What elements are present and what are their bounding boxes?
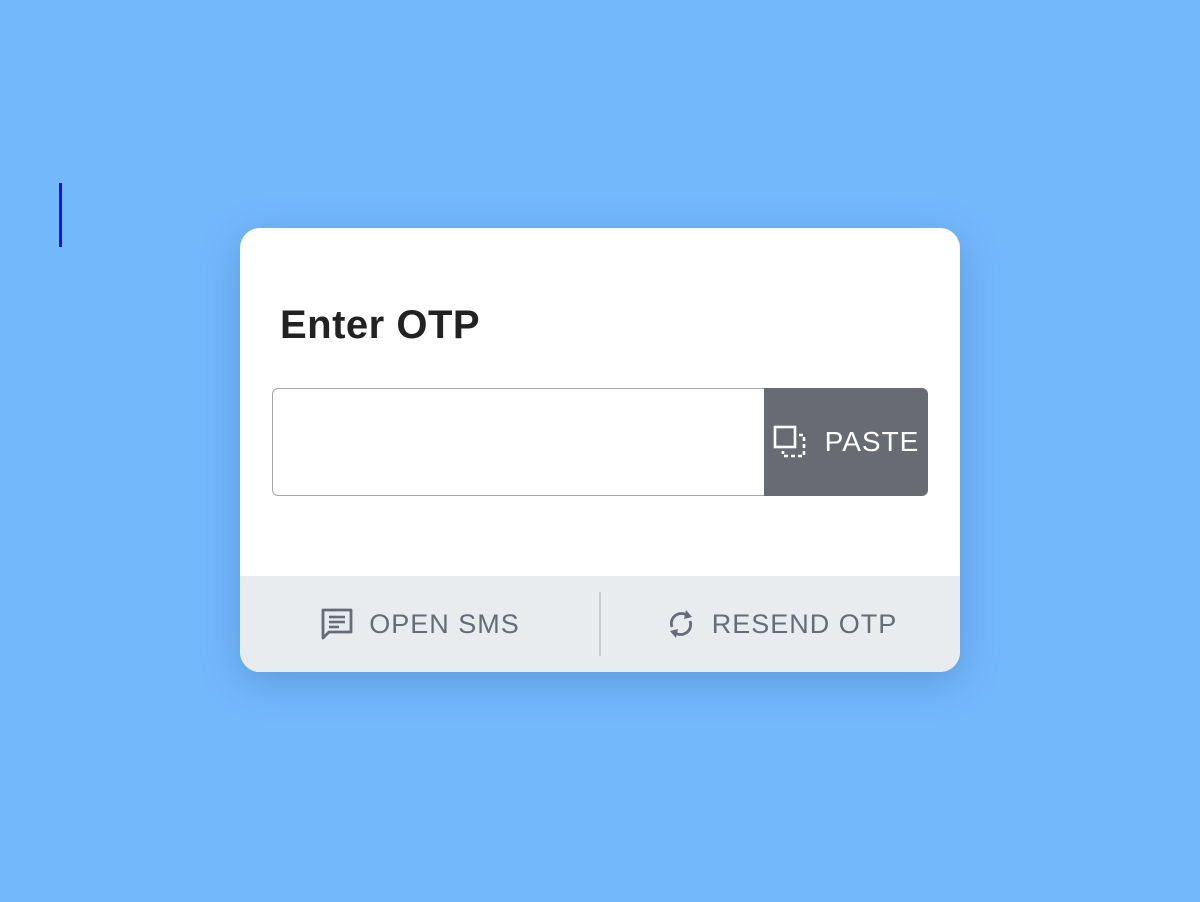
refresh-icon <box>664 607 698 641</box>
otp-input[interactable] <box>272 388 764 496</box>
otp-dialog: Enter OTP PASTE OPEN SMS RESEND OTP <box>240 228 960 672</box>
open-sms-button[interactable]: OPEN SMS <box>240 576 599 672</box>
dialog-footer: OPEN SMS RESEND OTP <box>240 576 960 672</box>
message-icon <box>319 606 355 642</box>
paste-icon <box>773 425 807 459</box>
text-caret <box>59 183 62 247</box>
dialog-title: Enter OTP <box>280 303 481 347</box>
resend-otp-button[interactable]: RESEND OTP <box>601 576 960 672</box>
paste-button[interactable]: PASTE <box>764 388 928 496</box>
otp-input-group: PASTE <box>272 388 928 496</box>
paste-button-label: PASTE <box>824 426 920 457</box>
open-sms-label: OPEN SMS <box>369 608 520 639</box>
resend-otp-label: RESEND OTP <box>711 608 898 639</box>
